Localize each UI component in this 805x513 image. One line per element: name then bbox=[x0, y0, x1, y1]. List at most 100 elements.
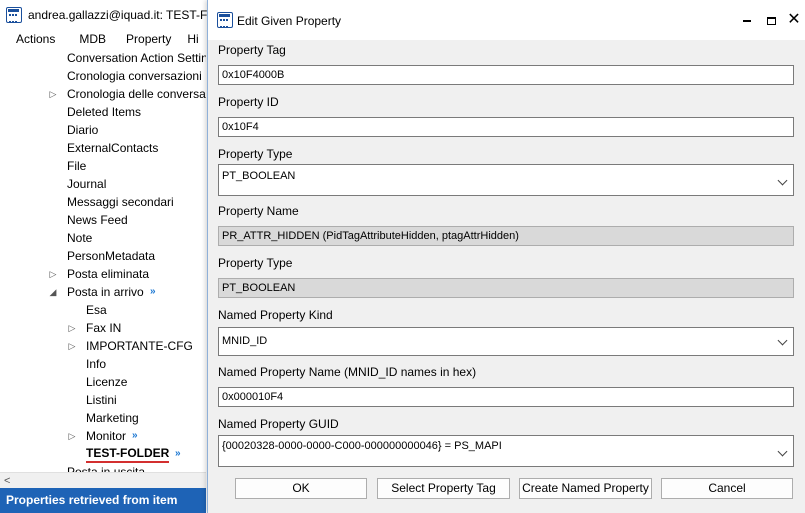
property-name-label: Property Name bbox=[218, 204, 299, 218]
folder-tree[interactable]: Conversation Action Settings Cronologia c… bbox=[0, 48, 206, 472]
tree-item-label: Posta in uscita bbox=[67, 465, 146, 472]
tree-item-label: Note bbox=[67, 231, 93, 245]
tree-item-label: TEST-FOLDER bbox=[86, 445, 170, 463]
horizontal-scrollbar[interactable]: < bbox=[0, 472, 206, 488]
select-property-tag-button[interactable]: Select Property Tag bbox=[377, 478, 510, 499]
create-named-property-button[interactable]: Create Named Property bbox=[519, 478, 652, 499]
tree-item[interactable]: ▷ Cronologia delle conversazioni bbox=[0, 85, 206, 103]
tree-item[interactable]: ▷ Posta eliminata bbox=[0, 265, 206, 283]
chevron-down-icon bbox=[777, 448, 789, 460]
tree-item-label: PersonMetadata bbox=[67, 249, 156, 263]
app-icon bbox=[6, 7, 22, 23]
tree-item-label: ExternalContacts bbox=[67, 141, 159, 155]
tree-item[interactable]: Deleted Items bbox=[0, 103, 206, 121]
tree-item-label: IMPORTANTE-CFG bbox=[86, 339, 193, 353]
tree-item[interactable]: Posta in uscita bbox=[0, 463, 206, 472]
tree-item[interactable]: Journal bbox=[0, 175, 206, 193]
sync-icon: » bbox=[132, 430, 137, 441]
ok-button[interactable]: OK bbox=[235, 478, 367, 499]
tree-item[interactable]: ▷ IMPORTANTE-CFG bbox=[0, 337, 206, 355]
tree-item[interactable]: Listini bbox=[0, 391, 206, 409]
tree-item[interactable]: Licenze bbox=[0, 373, 206, 391]
tree-item-label: Listini bbox=[86, 393, 117, 407]
close-button[interactable]: ✕ bbox=[782, 9, 805, 31]
tree-item-label: Licenze bbox=[86, 375, 128, 389]
edit-property-dialog: Edit Given Property ✕ Property Tag 0x10F… bbox=[207, 0, 805, 513]
tree-item[interactable]: PersonMetadata bbox=[0, 247, 206, 265]
tree-item[interactable]: Info bbox=[0, 355, 206, 373]
property-id-label: Property ID bbox=[218, 95, 279, 109]
tree-item-label: Cronologia conversazioni bbox=[67, 69, 202, 83]
tree-item-label: Monitor bbox=[86, 429, 127, 443]
property-type-select[interactable]: PT_BOOLEAN bbox=[218, 164, 794, 196]
menu-mdb[interactable]: MDB bbox=[71, 32, 114, 46]
tree-item[interactable]: Cronologia conversazioni bbox=[0, 67, 206, 85]
expanded-arrow-icon[interactable]: ◢ bbox=[48, 283, 58, 301]
tree-item-label: Esa bbox=[86, 303, 107, 317]
cancel-button[interactable]: Cancel bbox=[661, 478, 793, 499]
tree-item[interactable]: ▷ Monitor » bbox=[0, 427, 206, 445]
tree-item[interactable]: TEST-FOLDER » bbox=[0, 445, 206, 463]
tree-item[interactable]: ▷ Fax IN bbox=[0, 319, 206, 337]
collapsed-arrow-icon[interactable]: ▷ bbox=[48, 265, 58, 283]
tree-item[interactable]: Messaggi secondari bbox=[0, 193, 206, 211]
named-property-guid-select[interactable]: {00020328-0000-0000-C000-000000000046} =… bbox=[218, 435, 794, 467]
sync-icon: » bbox=[150, 286, 155, 297]
minimize-button[interactable] bbox=[735, 9, 759, 31]
property-id-input[interactable]: 0x10F4 bbox=[218, 117, 794, 137]
tree-item[interactable]: Conversation Action Settings bbox=[0, 49, 206, 67]
tree-item[interactable]: ◢ Posta in arrivo » bbox=[0, 283, 206, 301]
tree-item-label: Journal bbox=[67, 177, 107, 191]
collapsed-arrow-icon[interactable]: ▷ bbox=[48, 85, 58, 103]
chevron-down-icon bbox=[777, 177, 789, 189]
tree-item-label: File bbox=[67, 159, 87, 173]
tree-item-label: Posta in arrivo bbox=[67, 285, 144, 299]
tree-item[interactable]: Marketing bbox=[0, 409, 206, 427]
scroll-left-arrow-icon[interactable]: < bbox=[4, 473, 10, 489]
dialog-title: Edit Given Property bbox=[237, 14, 342, 28]
tree-item[interactable]: Note bbox=[0, 229, 206, 247]
property-type-readonly-label: Property Type bbox=[218, 256, 293, 270]
dialog-titlebar: Edit Given Property ✕ bbox=[208, 0, 805, 40]
tree-item-label: Info bbox=[86, 357, 107, 371]
tree-item-label: Marketing bbox=[86, 411, 139, 425]
tree-item-label: Diario bbox=[67, 123, 99, 137]
tree-item-label: News Feed bbox=[67, 213, 128, 227]
named-property-name-label: Named Property Name (MNID_ID names in he… bbox=[218, 365, 477, 379]
tree-item-label: Deleted Items bbox=[67, 105, 142, 119]
tree-item-label: Cronologia delle conversazioni bbox=[67, 87, 206, 101]
collapsed-arrow-icon[interactable]: ▷ bbox=[67, 427, 77, 445]
property-tag-input[interactable]: 0x10F4000B bbox=[218, 65, 794, 85]
named-property-name-input[interactable]: 0x000010F4 bbox=[218, 387, 794, 407]
tree-item-label: Messaggi secondari bbox=[67, 195, 174, 209]
property-tag-label: Property Tag bbox=[218, 43, 286, 57]
menu-property[interactable]: Property bbox=[118, 32, 179, 46]
named-property-kind-value: MNID_ID bbox=[222, 335, 268, 347]
minimize-icon bbox=[743, 19, 751, 22]
menu-hidden-item[interactable]: Hi bbox=[179, 32, 206, 46]
property-type-readonly-field: PT_BOOLEAN bbox=[218, 278, 794, 298]
maximize-button[interactable] bbox=[759, 9, 783, 31]
chevron-down-icon bbox=[777, 337, 789, 349]
named-property-guid-value: {00020328-0000-0000-C000-000000000046} =… bbox=[222, 440, 502, 452]
tree-item[interactable]: ExternalContacts bbox=[0, 139, 206, 157]
dialog-app-icon bbox=[217, 12, 233, 28]
tree-item-label: Conversation Action Settings bbox=[67, 51, 206, 65]
menu-actions[interactable]: Actions bbox=[8, 32, 63, 46]
named-property-kind-select[interactable]: MNID_ID bbox=[218, 327, 794, 356]
close-icon: ✕ bbox=[787, 11, 801, 28]
tree-item[interactable]: File bbox=[0, 157, 206, 175]
named-property-kind-label: Named Property Kind bbox=[218, 308, 333, 322]
tree-item-label: Fax IN bbox=[86, 321, 122, 335]
tree-item[interactable]: Esa bbox=[0, 301, 206, 319]
collapsed-arrow-icon[interactable]: ▷ bbox=[67, 337, 77, 355]
property-type-label: Property Type bbox=[218, 147, 293, 161]
collapsed-arrow-icon[interactable]: ▷ bbox=[67, 319, 77, 337]
tree-item[interactable]: News Feed bbox=[0, 211, 206, 229]
property-name-field: PR_ATTR_HIDDEN (PidTagAttributeHidden, p… bbox=[218, 226, 794, 246]
tree-item-label: Posta eliminata bbox=[67, 267, 150, 281]
tree-item[interactable]: Diario bbox=[0, 121, 206, 139]
maximize-icon bbox=[766, 16, 776, 25]
status-bar: Properties retrieved from item bbox=[0, 488, 206, 513]
named-property-guid-label: Named Property GUID bbox=[218, 417, 339, 431]
